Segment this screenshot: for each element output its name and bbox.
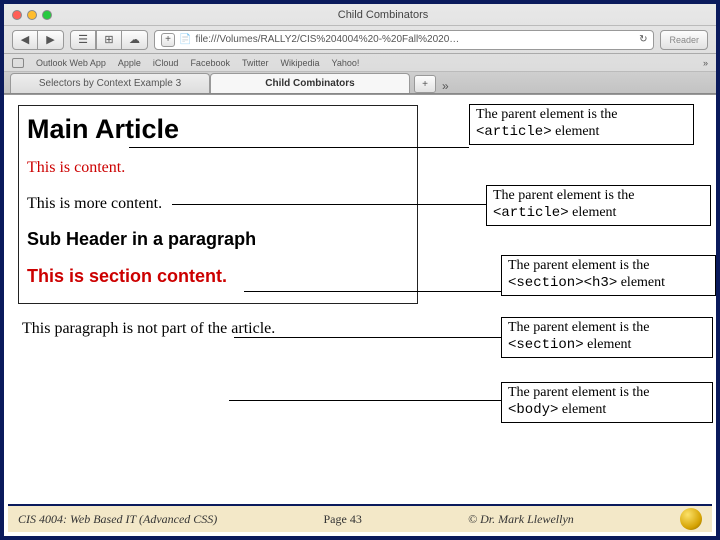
footer-right: © Dr. Mark Llewellyn [468, 512, 574, 527]
footer-left: CIS 4004: Web Based IT (Advanced CSS) [18, 512, 217, 527]
url-text: file:///Volumes/RALLY2/CIS%204004%20-%20… [195, 34, 459, 45]
connector-line [172, 204, 486, 205]
minimize-icon[interactable] [27, 10, 37, 20]
bookmark-link[interactable]: Apple [118, 58, 141, 68]
toolbar: ◀ ▶ ☰ ⊞ ☁ + 📄 file:///Volumes/RALLY2/CIS… [4, 26, 716, 54]
callout-text: element [552, 124, 600, 139]
connector-line [229, 400, 501, 401]
bookmarks-icon[interactable] [12, 58, 24, 68]
callout-text: element [584, 337, 632, 352]
callout-text: element [569, 205, 617, 220]
bookmark-link[interactable]: Twitter [242, 58, 269, 68]
slide-footer: CIS 4004: Web Based IT (Advanced CSS) Pa… [8, 504, 712, 532]
connector-line [244, 291, 501, 292]
callout-text: The parent element is the [508, 258, 650, 273]
callout-5: The parent element is the <body> element [501, 382, 713, 423]
bookmark-link[interactable]: Yahoo! [332, 58, 360, 68]
window-title: Child Combinators [58, 9, 708, 21]
bookmark-link[interactable]: iCloud [153, 58, 179, 68]
callout-text: The parent element is the [476, 107, 618, 122]
paragraph-red-2: This is section content. [27, 266, 411, 287]
callout-code: <section> [508, 337, 584, 353]
reload-icon[interactable]: ↻ [639, 34, 647, 45]
add-bookmark-icon[interactable]: + [161, 33, 175, 47]
browser-chrome: Child Combinators ◀ ▶ ☰ ⊞ ☁ + 📄 file:///… [4, 4, 716, 95]
callout-1: The parent element is the <article> elem… [469, 104, 694, 145]
zoom-icon[interactable] [42, 10, 52, 20]
bookmarks-more-icon[interactable]: » [703, 58, 708, 68]
titlebar: Child Combinators [4, 4, 716, 26]
callout-3: The parent element is the <section><h3> … [501, 255, 716, 296]
callout-code: <section><h3> [508, 275, 617, 291]
callout-text: The parent element is the [508, 320, 650, 335]
close-icon[interactable] [12, 10, 22, 20]
topsites-button[interactable]: ⊞ [96, 30, 122, 50]
bookmark-link[interactable]: Facebook [190, 58, 230, 68]
tabs-overflow-icon[interactable]: » [442, 79, 449, 93]
forward-button[interactable]: ▶ [38, 30, 64, 50]
callout-2: The parent element is the <article> elem… [486, 185, 711, 226]
page-icon: 📄 [179, 34, 191, 45]
address-bar[interactable]: + 📄 file:///Volumes/RALLY2/CIS%204004%20… [154, 30, 654, 50]
page-title: Main Article [27, 114, 411, 145]
back-button[interactable]: ◀ [12, 30, 38, 50]
callout-text: The parent element is the [508, 385, 650, 400]
callout-code: <article> [476, 124, 552, 140]
tab-active[interactable]: Child Combinators [210, 73, 410, 93]
window-controls [12, 10, 52, 20]
bookmark-link[interactable]: Outlook Web App [36, 58, 106, 68]
connector-line [234, 337, 501, 338]
university-seal-icon [680, 508, 702, 530]
footer-page: Page 43 [324, 512, 362, 527]
bookmark-link[interactable]: Wikipedia [280, 58, 319, 68]
callout-code: <body> [508, 402, 558, 418]
connector-line [129, 147, 469, 148]
callout-code: <article> [493, 205, 569, 221]
tab-other[interactable]: Selectors by Context Example 3 [10, 73, 210, 93]
tab-bar: Selectors by Context Example 3 Child Com… [4, 72, 716, 94]
paragraph-red-1: This is content. [27, 159, 411, 177]
new-tab-button[interactable]: + [414, 75, 436, 93]
callout-4: The parent element is the <section> elem… [501, 317, 713, 358]
callout-text: The parent element is the [493, 188, 635, 203]
sub-header: Sub Header in a paragraph [27, 229, 411, 250]
icloud-tabs-button[interactable]: ☁ [122, 30, 148, 50]
reader-button[interactable]: Reader [660, 30, 708, 50]
callout-text: element [617, 275, 665, 290]
callout-text: element [558, 402, 606, 417]
bookmark-button[interactable]: ☰ [70, 30, 96, 50]
bookmarks-bar: Outlook Web App Apple iCloud Facebook Tw… [4, 54, 716, 72]
